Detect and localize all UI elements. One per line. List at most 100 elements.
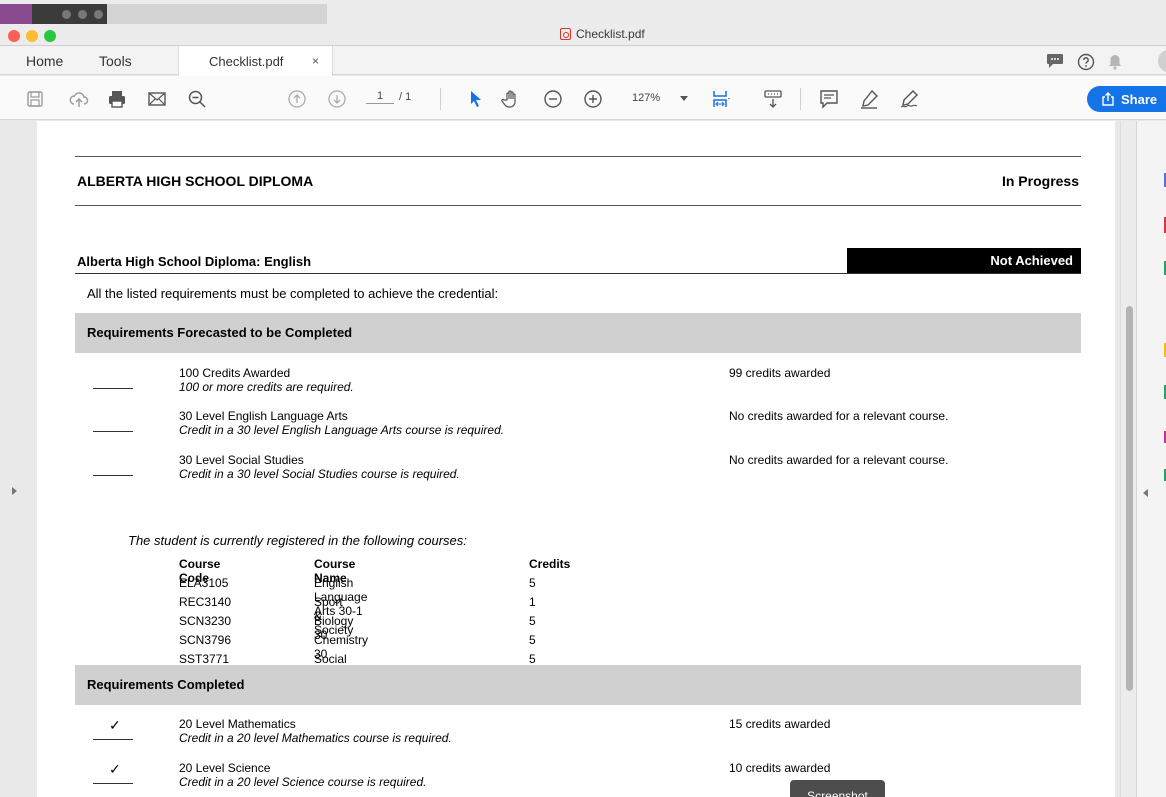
page-number-input[interactable]: 1 xyxy=(366,90,394,104)
tab-tools[interactable]: Tools xyxy=(99,53,132,69)
minimize-window-button[interactable] xyxy=(26,30,38,42)
course-code: ELA3105 xyxy=(179,576,229,590)
left-panel-toggle-area xyxy=(0,121,30,797)
course-credits: 5 xyxy=(529,652,536,666)
requirement-result: 99 credits awarded xyxy=(729,366,831,380)
requirement-description: Credit in a 20 level Mathematics course … xyxy=(179,731,452,745)
course-code: REC3140 xyxy=(179,595,232,609)
course-credits: 1 xyxy=(529,595,536,609)
status-line xyxy=(93,388,133,389)
share-button-label: Share xyxy=(1121,91,1158,107)
requirement-result: No credits awarded for a relevant course… xyxy=(729,409,949,423)
header-rule xyxy=(75,205,1081,206)
pdf-file-icon xyxy=(560,28,571,40)
requirement-result: 15 credits awarded xyxy=(729,717,831,731)
requirement-item: 100 Credits Awarded 100 or more credits … xyxy=(75,366,1081,406)
title-bar: Checklist.pdf xyxy=(0,0,1166,45)
course-credits: 5 xyxy=(529,576,536,590)
chevron-down-icon xyxy=(680,96,688,101)
diploma-status: In Progress xyxy=(1001,173,1079,189)
screenshot-tooltip: Screenshot xyxy=(790,780,885,797)
tab-document[interactable]: Checklist.pdf × xyxy=(178,46,333,76)
email-icon[interactable] xyxy=(146,88,168,110)
requirement-title: 100 Credits Awarded xyxy=(179,366,291,380)
save-icon[interactable] xyxy=(24,88,46,110)
tab-row: Home Tools Checklist.pdf × xyxy=(0,45,1166,76)
pdf-page: ALBERTA HIGH SCHOOL DIPLOMA In Progress … xyxy=(37,121,1115,797)
requirement-item: 30 Level Social Studies Credit in a 30 l… xyxy=(75,453,1081,493)
page-fit-icon[interactable] xyxy=(710,88,732,110)
requirement-title: 20 Level Science xyxy=(179,761,271,775)
zoom-in-icon[interactable] xyxy=(582,88,604,110)
intro-text: All the listed requirements must be comp… xyxy=(87,286,499,301)
right-tools-panel xyxy=(1136,121,1166,797)
course-code: SST3771 xyxy=(179,652,230,666)
registered-courses-caption: The student is currently registered in t… xyxy=(128,533,467,548)
section-header-completed: Requirements Completed xyxy=(75,665,1081,705)
window-title: Checklist.pdf xyxy=(560,27,645,41)
section-title: Requirements Completed xyxy=(87,677,245,692)
credential-status-badge: Not Achieved xyxy=(847,248,1081,273)
requirement-description: Credit in a 30 level Social Studies cour… xyxy=(179,467,460,481)
zoom-out-search-icon[interactable] xyxy=(186,88,208,110)
notifications-icon[interactable] xyxy=(1107,53,1123,76)
sign-icon[interactable] xyxy=(898,88,920,110)
section-header-forecasted: Requirements Forecasted to be Completed xyxy=(75,313,1081,353)
upload-icon[interactable] xyxy=(68,88,90,110)
page-total: / 1 xyxy=(399,91,412,103)
expand-left-panel-icon[interactable] xyxy=(12,487,17,495)
previous-page-icon[interactable] xyxy=(286,88,308,110)
highlight-icon[interactable] xyxy=(858,88,880,110)
header-rule xyxy=(75,156,1081,157)
credential-rule xyxy=(75,273,1081,274)
requirement-description: Credit in a 20 level Science course is r… xyxy=(179,775,427,789)
zoom-level-value: 127% xyxy=(632,92,661,104)
document-viewport[interactable]: ALBERTA HIGH SCHOOL DIPLOMA In Progress … xyxy=(30,121,1120,797)
zoom-out-icon[interactable] xyxy=(542,88,564,110)
acrobat-window: Checklist.pdf Home Tools Checklist.pdf × xyxy=(0,0,1166,797)
requirement-result: 10 credits awarded xyxy=(729,761,831,775)
share-button[interactable]: Share xyxy=(1087,86,1166,112)
scroll-mode-icon[interactable] xyxy=(762,88,784,110)
next-page-icon[interactable] xyxy=(326,88,348,110)
requirement-title: 20 Level Mathematics xyxy=(179,717,296,731)
requirement-item: 30 Level English Language Arts Credit in… xyxy=(75,409,1081,449)
status-line xyxy=(93,431,133,432)
expand-right-panel-icon[interactable] xyxy=(1143,489,1148,497)
zoom-level-select[interactable]: 127% xyxy=(628,89,690,109)
toolbar: 1 / 1 127% Share xyxy=(0,76,1166,120)
tab-home[interactable]: Home xyxy=(26,53,63,69)
status-line xyxy=(93,783,133,784)
print-icon[interactable] xyxy=(106,88,128,110)
zoom-window-button[interactable] xyxy=(44,30,56,42)
credential-name: Alberta High School Diploma: English xyxy=(77,254,312,269)
window-title-text: Checklist.pdf xyxy=(576,27,645,41)
requirement-description: Credit in a 30 level English Language Ar… xyxy=(179,423,505,437)
requirement-item: ✓ 20 Level Science Credit in a 20 level … xyxy=(75,761,1081,797)
course-credits: 5 xyxy=(529,614,536,628)
close-window-button[interactable] xyxy=(8,30,20,42)
tab-document-label: Checklist.pdf xyxy=(209,54,284,69)
course-code: SCN3230 xyxy=(179,614,232,628)
diploma-title: ALBERTA HIGH SCHOOL DIPLOMA xyxy=(77,173,314,189)
requirement-result: No credits awarded for a relevant course… xyxy=(729,453,949,467)
vertical-scrollbar[interactable] xyxy=(1120,121,1136,797)
checkmark-icon: ✓ xyxy=(109,717,121,733)
select-pointer-icon[interactable] xyxy=(464,88,486,110)
column-header: Credits xyxy=(529,557,571,571)
course-credits: 5 xyxy=(529,633,536,647)
chat-icon[interactable] xyxy=(1046,53,1064,74)
course-code: SCN3796 xyxy=(179,633,232,647)
close-tab-icon[interactable]: × xyxy=(312,54,319,68)
scrollbar-thumb[interactable] xyxy=(1126,306,1133,691)
hand-icon[interactable] xyxy=(500,88,522,110)
window-thumbnail-strip xyxy=(107,4,327,24)
requirement-title: 30 Level Social Studies xyxy=(179,453,304,467)
share-icon xyxy=(1102,92,1114,106)
window-thumbnail xyxy=(0,4,107,24)
checkmark-icon: ✓ xyxy=(109,761,121,777)
requirement-item: ✓ 20 Level Mathematics Credit in a 20 le… xyxy=(75,717,1081,757)
comment-icon[interactable] xyxy=(818,88,840,110)
help-icon[interactable] xyxy=(1077,53,1095,76)
toolbar-divider xyxy=(440,88,441,110)
